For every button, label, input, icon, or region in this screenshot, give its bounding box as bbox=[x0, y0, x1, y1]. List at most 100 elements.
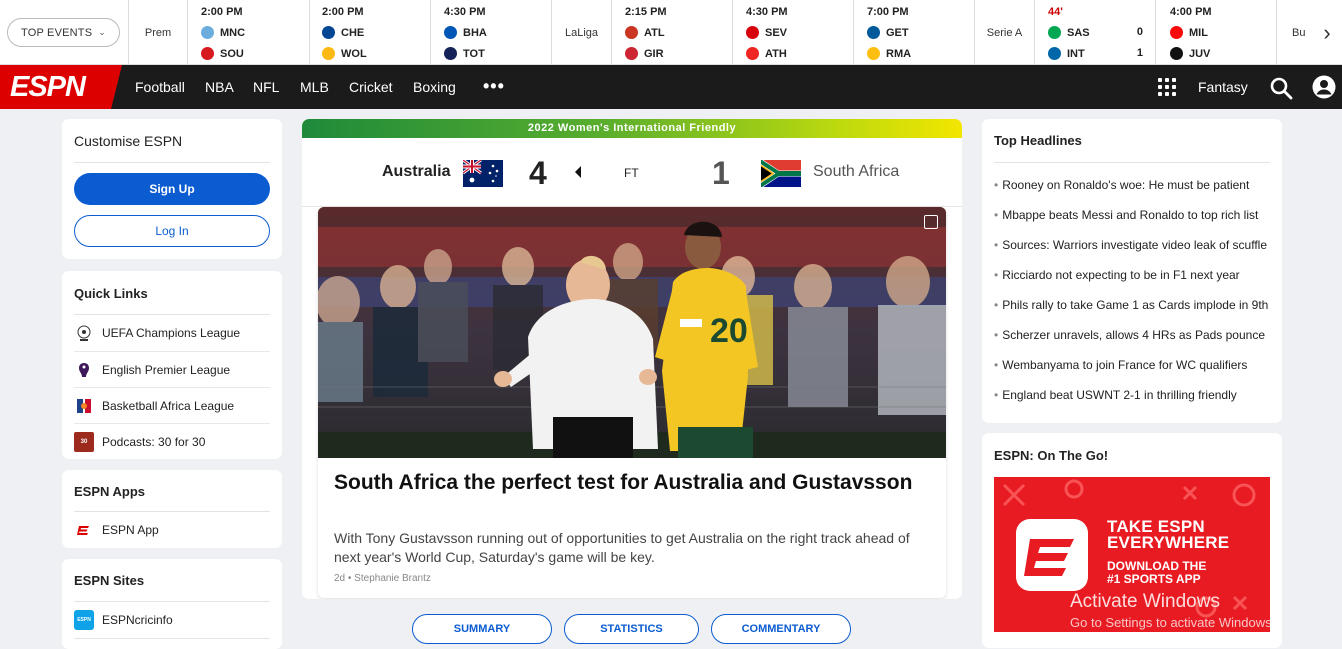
game-sev-ath[interactable]: 4:30 PM SEV ATH bbox=[746, 0, 841, 64]
story-headline[interactable]: South Africa the perfect test for Austra… bbox=[334, 469, 934, 497]
top-events-dropdown[interactable]: TOP EVENTS ⌄ bbox=[7, 18, 120, 47]
espn-apps-title: ESPN Apps bbox=[74, 484, 146, 499]
espn-app-link[interactable]: ESPN App bbox=[74, 512, 270, 548]
headline-text: Sources: Warriors investigate video leak… bbox=[1002, 238, 1267, 252]
sign-up-button[interactable]: Sign Up bbox=[74, 173, 270, 205]
game-atl-gir[interactable]: 2:15 PM ATL GIR bbox=[625, 0, 720, 64]
story-photo[interactable]: 20 bbox=[318, 207, 946, 458]
competition-banner[interactable]: 2022 Women's International Friendly bbox=[302, 119, 962, 138]
away-team-name[interactable]: South Africa bbox=[813, 163, 899, 181]
australia-flag-icon bbox=[463, 160, 503, 187]
nav-item-football[interactable]: Football bbox=[135, 65, 185, 109]
team-abbr: SAS bbox=[1067, 26, 1090, 39]
headline-text: England beat USWNT 2-1 in thrilling frie… bbox=[1002, 388, 1237, 402]
game-time: 4:30 PM bbox=[444, 6, 486, 18]
promo-subtext: DOWNLOAD THE #1 SPORTS APP bbox=[1107, 560, 1206, 586]
headline-text: Mbappe beats Messi and Ronaldo to top ri… bbox=[1002, 208, 1259, 222]
on-the-go-title: ESPN: On The Go! bbox=[994, 448, 1109, 463]
quick-link-label: English Premier League bbox=[102, 362, 231, 377]
league-label-bundesliga[interactable]: Bu bbox=[1292, 0, 1312, 64]
team-abbr: CHE bbox=[341, 26, 365, 39]
team-logo-icon bbox=[746, 47, 759, 60]
team-logo-icon bbox=[1170, 26, 1183, 39]
match-status: FT bbox=[624, 166, 639, 180]
league-label-prem[interactable]: Prem bbox=[129, 0, 187, 64]
quick-link-bal[interactable]: Basketball Africa League bbox=[74, 387, 270, 423]
game-mil-juv[interactable]: 4:00 PM MIL JUV bbox=[1170, 0, 1265, 64]
team-abbr: GIR bbox=[644, 47, 664, 60]
away-score: 1 bbox=[1136, 47, 1143, 59]
home-team: CHE bbox=[322, 26, 364, 39]
headline-text: Rooney on Ronaldo's woe: He must be pati… bbox=[1002, 178, 1250, 192]
nav-item-cricket[interactable]: Cricket bbox=[349, 65, 393, 109]
nav-item-nfl[interactable]: NFL bbox=[253, 65, 279, 109]
expand-image-icon[interactable] bbox=[924, 215, 938, 229]
on-the-go-card: ESPN: On The Go! TAKE ESPN EVERYWHERE DOW… bbox=[982, 433, 1282, 648]
game-sas-int[interactable]: 44' SAS 0 INT 1 bbox=[1048, 0, 1143, 64]
bullet: • bbox=[994, 268, 999, 282]
headline-item[interactable]: • Phils rally to take Game 1 as Cards imp… bbox=[994, 298, 1270, 312]
promo-line-4: #1 SPORTS APP bbox=[1107, 572, 1201, 586]
headline-item[interactable]: • Scherzer unravels, allows 4 HRs as Pads… bbox=[994, 328, 1270, 342]
apps-grid-icon[interactable] bbox=[1158, 78, 1176, 96]
divider bbox=[430, 0, 431, 64]
bullet: • bbox=[994, 238, 999, 252]
tab-commentary[interactable]: COMMENTARY bbox=[711, 614, 851, 644]
fantasy-link[interactable]: Fantasy bbox=[1198, 65, 1248, 109]
espn-app-promo[interactable]: TAKE ESPN EVERYWHERE DOWNLOAD THE #1 SPORT… bbox=[994, 477, 1270, 632]
game-che-wol[interactable]: 2:00 PM CHE WOL bbox=[322, 0, 417, 64]
divider bbox=[853, 0, 854, 64]
league-label-serie-a[interactable]: Serie A bbox=[975, 0, 1034, 64]
quick-link-30for30[interactable]: 30 Podcasts: 30 for 30 bbox=[74, 423, 270, 459]
espn-app-icon bbox=[74, 520, 94, 540]
away-team: GIR bbox=[625, 47, 664, 60]
chevron-right-icon[interactable]: › bbox=[1312, 0, 1342, 64]
quick-link-epl[interactable]: English Premier League bbox=[74, 351, 270, 387]
espncricinfo-link[interactable]: ESPN ESPNcricinfo bbox=[74, 602, 270, 638]
team-abbr: INT bbox=[1067, 47, 1085, 60]
league-label-laliga[interactable]: LaLiga bbox=[552, 0, 611, 64]
away-team: WOL bbox=[322, 47, 367, 60]
nav-item-boxing[interactable]: Boxing bbox=[413, 65, 456, 109]
nav-item-nba[interactable]: NBA bbox=[205, 65, 234, 109]
quick-links-title: Quick Links bbox=[74, 286, 148, 301]
headline-item[interactable]: • Ricciardo not expecting to be in F1 nex… bbox=[994, 268, 1270, 282]
divider bbox=[994, 162, 1270, 163]
story-card[interactable]: 20 South Africa the perfect test for Aus… bbox=[318, 207, 946, 598]
main-nav: ESPN Football NBA NFL MLB Cricket Boxing… bbox=[0, 65, 1342, 109]
game-get-rma[interactable]: 7:00 PM GET RMA bbox=[867, 0, 962, 64]
promo-headline: TAKE ESPN EVERYWHERE bbox=[1107, 518, 1229, 551]
espn-logo[interactable]: ESPN bbox=[0, 65, 122, 109]
team-abbr: MNC bbox=[220, 26, 246, 39]
headline-text: Scherzer unravels, allows 4 HRs as Pads … bbox=[1002, 328, 1265, 342]
team-abbr: RMA bbox=[886, 47, 912, 60]
headline-item[interactable]: • Rooney on Ronaldo's woe: He must be pat… bbox=[994, 178, 1270, 192]
headline-item[interactable]: • Wembanyama to join France for WC qualif… bbox=[994, 358, 1270, 372]
headline-item[interactable]: • England beat USWNT 2-1 in thrilling fri… bbox=[994, 388, 1270, 402]
app-label: ESPN App bbox=[102, 523, 159, 537]
espn-sites-title: ESPN Sites bbox=[74, 573, 145, 588]
search-icon[interactable] bbox=[1269, 76, 1293, 100]
bullet: • bbox=[994, 208, 999, 222]
home-score: 0 bbox=[1136, 26, 1143, 38]
tab-statistics[interactable]: STATISTICS bbox=[564, 614, 699, 644]
champions-league-icon bbox=[74, 323, 94, 343]
home-team-name[interactable]: Australia bbox=[382, 163, 450, 181]
more-icon[interactable]: ••• bbox=[483, 65, 505, 109]
story-byline: 2d • Stephanie Brantz bbox=[334, 573, 431, 584]
game-time: 2:15 PM bbox=[625, 6, 667, 18]
game-bha-tot[interactable]: 4:30 PM BHA TOT bbox=[444, 0, 539, 64]
game-mnc-sou[interactable]: 2:00 PM MNC SOU bbox=[201, 0, 296, 64]
nav-item-mlb[interactable]: MLB bbox=[300, 65, 329, 109]
tab-summary[interactable]: SUMMARY bbox=[412, 614, 552, 644]
team-logo-icon bbox=[625, 26, 638, 39]
home-team: MNC bbox=[201, 26, 245, 39]
team-abbr: TOT bbox=[463, 47, 485, 60]
user-profile-icon[interactable] bbox=[1312, 75, 1336, 99]
log-in-button[interactable]: Log In bbox=[74, 215, 270, 247]
quick-link-ucl[interactable]: UEFA Champions League bbox=[74, 315, 270, 351]
headline-item[interactable]: • Sources: Warriors investigate video lea… bbox=[994, 238, 1270, 252]
away-team: INT bbox=[1048, 47, 1085, 60]
headline-item[interactable]: • Mbappe beats Messi and Ronaldo to top r… bbox=[994, 208, 1270, 222]
divider bbox=[74, 638, 270, 639]
